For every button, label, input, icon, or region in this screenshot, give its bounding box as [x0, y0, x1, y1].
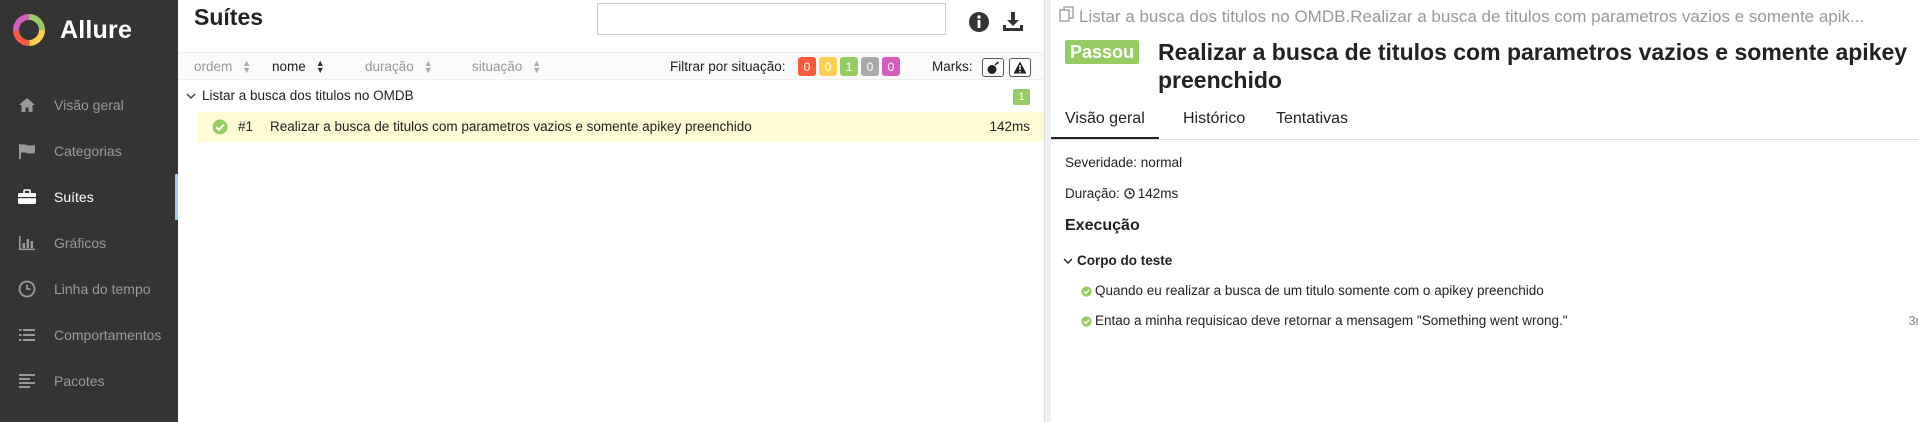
sort-bar: ordem ▲ ▼ nome ▲ ▼ duração ▲ ▼ situação ▲ ▼ … — [178, 52, 1044, 80]
sidebar-item-overview[interactable]: Visão geral — [0, 82, 178, 128]
test-number: #1 — [238, 119, 254, 134]
briefcase-icon — [16, 188, 38, 206]
passed-status-icon — [212, 119, 228, 138]
sort-label: ordem — [194, 59, 233, 74]
test-step[interactable]: Quando eu realizar a busca de um titulo … — [1081, 282, 1918, 302]
passed-status-icon — [1081, 285, 1092, 300]
list-icon — [16, 326, 38, 344]
severity-field: Severidade: normal — [1065, 155, 1183, 170]
status-filter: 0 0 1 0 0 — [798, 57, 900, 76]
sort-by-status[interactable]: situação ▲ ▼ — [472, 57, 542, 75]
page-title: Suítes — [194, 4, 264, 30]
info-icon[interactable] — [966, 9, 992, 35]
sidebar-item-behaviors[interactable]: Comportamentos — [0, 312, 178, 358]
step-duration: 3ms — [1908, 313, 1918, 328]
step-text: Quando eu realizar a busca de um titulo … — [1095, 283, 1544, 298]
sidebar-item-label: Gráficos — [54, 235, 107, 251]
sort-label: situação — [472, 59, 523, 74]
sort-asc-icon: ▲ ▼ — [315, 57, 325, 75]
sidebar-item-timeline[interactable]: Linha do tempo — [0, 266, 178, 312]
passed-status-icon — [1081, 315, 1092, 330]
detail-tabs: Visão geral Histórico Tentativas — [1051, 105, 1918, 140]
tab-history[interactable]: Histórico — [1183, 110, 1245, 128]
suites-header: Suítes — [178, 0, 1044, 52]
filter-unknown-badge[interactable]: 0 — [882, 57, 900, 76]
sidebar-item-label: Linha do tempo — [54, 281, 151, 297]
suite-group-row[interactable]: Listar a busca dos titulos no OMDB 1 — [178, 86, 1044, 108]
copy-icon[interactable] — [1059, 6, 1075, 27]
sidebar-item-suites[interactable]: Suítes — [0, 174, 178, 220]
passed-count-badge: 1 — [1013, 89, 1030, 105]
tab-retries[interactable]: Tentativas — [1276, 110, 1348, 128]
sidebar-item-label: Pacotes — [54, 373, 105, 389]
chevron-down-icon — [1063, 256, 1073, 266]
status-badge: Passou — [1065, 40, 1140, 64]
test-path-text: Listar a busca dos titulos no OMDB.Reali… — [1079, 6, 1865, 26]
sort-arrows-icon: ▲ ▼ — [242, 57, 252, 75]
sidebar-item-graphs[interactable]: Gráficos — [0, 220, 178, 266]
filter-failed-badge[interactable]: 0 — [798, 57, 816, 76]
app-title: Allure — [60, 15, 133, 44]
test-duration: 142ms — [989, 119, 1030, 134]
execution-title: Execução — [1065, 217, 1140, 234]
warning-icon — [1013, 61, 1027, 74]
filter-passed-badge[interactable]: 1 — [840, 57, 858, 76]
sidebar-item-label: Categorias — [54, 143, 122, 159]
suite-group-name: Listar a busca dos titulos no OMDB — [202, 88, 414, 103]
duration-label: Duração: — [1065, 186, 1120, 201]
sort-label: nome — [272, 59, 306, 74]
filter-broken-badge[interactable]: 0 — [819, 57, 837, 76]
test-body-toggle[interactable]: Corpo do teste — [1063, 253, 1172, 268]
test-body-title: Corpo do teste — [1077, 253, 1173, 268]
bar-chart-icon — [16, 234, 38, 252]
duration-field: Duração: 142ms — [1065, 186, 1178, 201]
status-filter-label: Filtrar por situação: — [670, 59, 786, 74]
mark-new-failed-button[interactable] — [1009, 58, 1031, 77]
step-text: Entao a minha requisicao deve retornar a… — [1095, 313, 1568, 328]
duration-value: 142ms — [1137, 186, 1179, 201]
test-path: Listar a busca dos titulos no OMDB.Reali… — [1059, 6, 1864, 27]
home-icon — [16, 96, 38, 114]
allure-report-app: Allure Visão geral Categorias Suítes Grá… — [0, 0, 1918, 422]
mark-flaky-button[interactable] — [982, 58, 1004, 77]
flag-icon — [16, 142, 38, 160]
sort-by-duration[interactable]: duração ▲ ▼ — [365, 57, 433, 75]
sidebar-nav: Visão geral Categorias Suítes Gráficos L… — [0, 82, 178, 404]
sidebar-item-packages[interactable]: Pacotes — [0, 358, 178, 404]
sidebar: Allure Visão geral Categorias Suítes Grá… — [0, 0, 178, 422]
bomb-icon — [987, 61, 999, 74]
sort-by-name[interactable]: nome ▲ ▼ — [272, 57, 325, 75]
sidebar-item-label: Visão geral — [54, 97, 124, 113]
test-title: Realizar a busca de titulos com parametr… — [1158, 39, 1908, 93]
clock-icon — [1124, 188, 1135, 199]
sidebar-item-categories[interactable]: Categorias — [0, 128, 178, 174]
test-step[interactable]: Entao a minha requisicao deve retornar a… — [1081, 312, 1918, 332]
chevron-down-icon — [186, 89, 196, 104]
search-input[interactable] — [597, 3, 946, 35]
sort-arrows-icon: ▲ ▼ — [532, 57, 542, 75]
sort-by-order[interactable]: ordem ▲ ▼ — [194, 57, 252, 75]
sidebar-item-label: Suítes — [54, 189, 94, 205]
brand[interactable]: Allure — [0, 0, 178, 60]
allure-logo-icon — [13, 14, 45, 46]
tab-overview[interactable]: Visão geral — [1051, 110, 1159, 139]
marks-label: Marks: — [932, 59, 973, 74]
sidebar-item-label: Comportamentos — [54, 327, 162, 343]
test-name: Realizar a busca de titulos com parametr… — [270, 119, 752, 134]
test-row[interactable]: #1 Realizar a busca de titulos com param… — [198, 112, 1044, 142]
test-detail-pane: Listar a busca dos titulos no OMDB.Reali… — [1051, 0, 1918, 422]
download-icon[interactable] — [1000, 9, 1026, 35]
filter-skipped-badge[interactable]: 0 — [861, 57, 879, 76]
sort-arrows-icon: ▲ ▼ — [423, 57, 433, 75]
sort-label: duração — [365, 59, 414, 74]
suites-pane: Suítes ordem ▲ ▼ nome ▲ ▼ duração ▲ ▼ si… — [178, 0, 1045, 422]
clock-icon — [16, 280, 38, 298]
align-left-icon — [16, 372, 38, 390]
